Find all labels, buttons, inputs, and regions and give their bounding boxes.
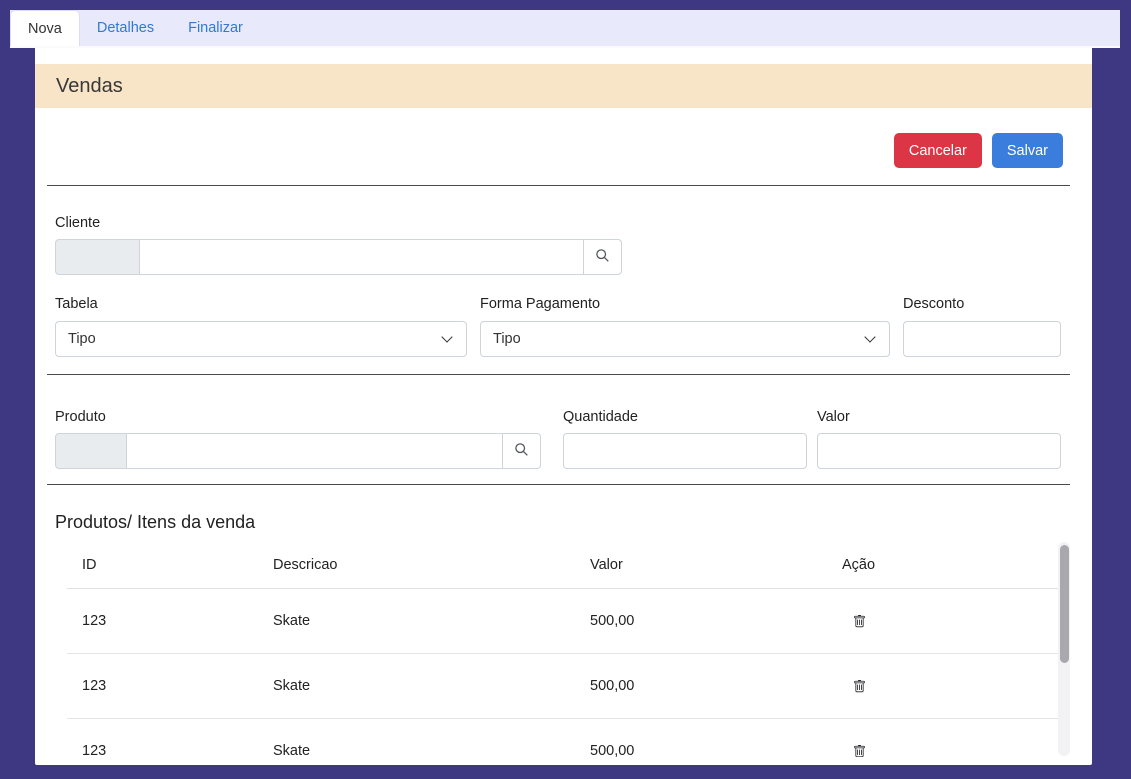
cliente-search-button[interactable] xyxy=(583,239,622,275)
sale-form: Cliente Tabela xyxy=(35,215,1092,357)
product-form: Produto xyxy=(35,375,1092,469)
search-icon xyxy=(514,442,529,460)
tab-detalhes[interactable]: Detalhes xyxy=(80,10,171,46)
cell-valor: 500,00 xyxy=(590,589,842,654)
tabela-select[interactable]: Tipo xyxy=(55,321,467,357)
delete-item-button[interactable] xyxy=(853,614,866,632)
delete-item-button[interactable] xyxy=(853,744,866,757)
divider xyxy=(47,484,1070,485)
quantidade-input[interactable] xyxy=(563,433,807,469)
save-button[interactable]: Salvar xyxy=(992,133,1063,168)
tab-nova[interactable]: Nova xyxy=(10,10,80,46)
cell-id: 123 xyxy=(67,654,273,719)
trash-icon xyxy=(853,617,866,632)
table-scrollbar-thumb[interactable] xyxy=(1060,545,1069,663)
cell-valor: 500,00 xyxy=(590,719,842,758)
cancel-button[interactable]: Cancelar xyxy=(894,133,982,168)
valor-label: Valor xyxy=(817,409,1061,425)
cliente-input-group xyxy=(55,239,622,275)
produto-label: Produto xyxy=(55,409,541,425)
items-section-title: Produtos/ Itens da venda xyxy=(55,512,1092,533)
produto-name-input[interactable] xyxy=(126,433,503,469)
tabela-label: Tabela xyxy=(55,296,467,312)
product-row: Produto xyxy=(55,375,1061,469)
produto-search-button[interactable] xyxy=(502,433,541,469)
column-header-acao: Ação xyxy=(842,541,1058,589)
delete-item-button[interactable] xyxy=(853,679,866,697)
vendas-card: Vendas Cancelar Salvar Cliente xyxy=(35,48,1092,765)
forma-pagamento-select[interactable]: Tipo xyxy=(480,321,890,357)
tab-bar: Nova Detalhes Finalizar xyxy=(10,10,1120,48)
column-header-descricao: Descricao xyxy=(273,541,590,589)
cliente-name-input[interactable] xyxy=(139,239,584,275)
desconto-field: Desconto xyxy=(903,296,1061,357)
valor-input[interactable] xyxy=(817,433,1061,469)
trash-icon xyxy=(853,682,866,697)
table-header-row: ID Descricao Valor Ação xyxy=(67,541,1058,589)
search-icon xyxy=(595,248,610,266)
produto-field: Produto xyxy=(55,375,541,469)
forma-pagamento-field: Forma Pagamento Tipo xyxy=(480,296,890,357)
valor-field: Valor xyxy=(817,375,1061,469)
column-header-id: ID xyxy=(67,541,273,589)
page-title: Vendas xyxy=(35,64,1092,108)
tabela-field: Tabela Tipo xyxy=(55,296,467,357)
desconto-label: Desconto xyxy=(903,296,1061,312)
page-background: Nova Detalhes Finalizar Vendas Cancelar … xyxy=(0,0,1131,779)
desconto-input[interactable] xyxy=(903,321,1061,357)
table-row: 123 Skate 500,00 xyxy=(67,589,1058,654)
table-scrollbar[interactable] xyxy=(1058,542,1070,756)
column-header-valor: Valor xyxy=(590,541,842,589)
cliente-label: Cliente xyxy=(55,215,1061,231)
produto-code-input xyxy=(55,433,127,469)
trash-icon xyxy=(853,747,866,757)
cell-descricao: Skate xyxy=(273,719,590,758)
table-row: 123 Skate 500,00 xyxy=(67,719,1058,758)
cell-descricao: Skate xyxy=(273,654,590,719)
items-table-container: ID Descricao Valor Ação 123 Skate 500,00 xyxy=(67,541,1070,757)
cell-id: 123 xyxy=(67,719,273,758)
action-buttons: Cancelar Salvar xyxy=(35,133,1063,168)
cliente-code-input xyxy=(55,239,140,275)
table-row: 123 Skate 500,00 xyxy=(67,654,1058,719)
tab-finalizar[interactable]: Finalizar xyxy=(171,10,260,46)
items-table: ID Descricao Valor Ação 123 Skate 500,00 xyxy=(67,541,1058,757)
produto-input-group xyxy=(55,433,541,469)
quantidade-label: Quantidade xyxy=(563,409,807,425)
cell-valor: 500,00 xyxy=(590,654,842,719)
cell-descricao: Skate xyxy=(273,589,590,654)
cell-id: 123 xyxy=(67,589,273,654)
payment-row: Tabela Tipo Forma Pagamento Tipo xyxy=(55,296,1061,357)
forma-pagamento-label: Forma Pagamento xyxy=(480,296,890,312)
divider xyxy=(47,185,1070,186)
quantidade-field: Quantidade xyxy=(563,375,807,469)
